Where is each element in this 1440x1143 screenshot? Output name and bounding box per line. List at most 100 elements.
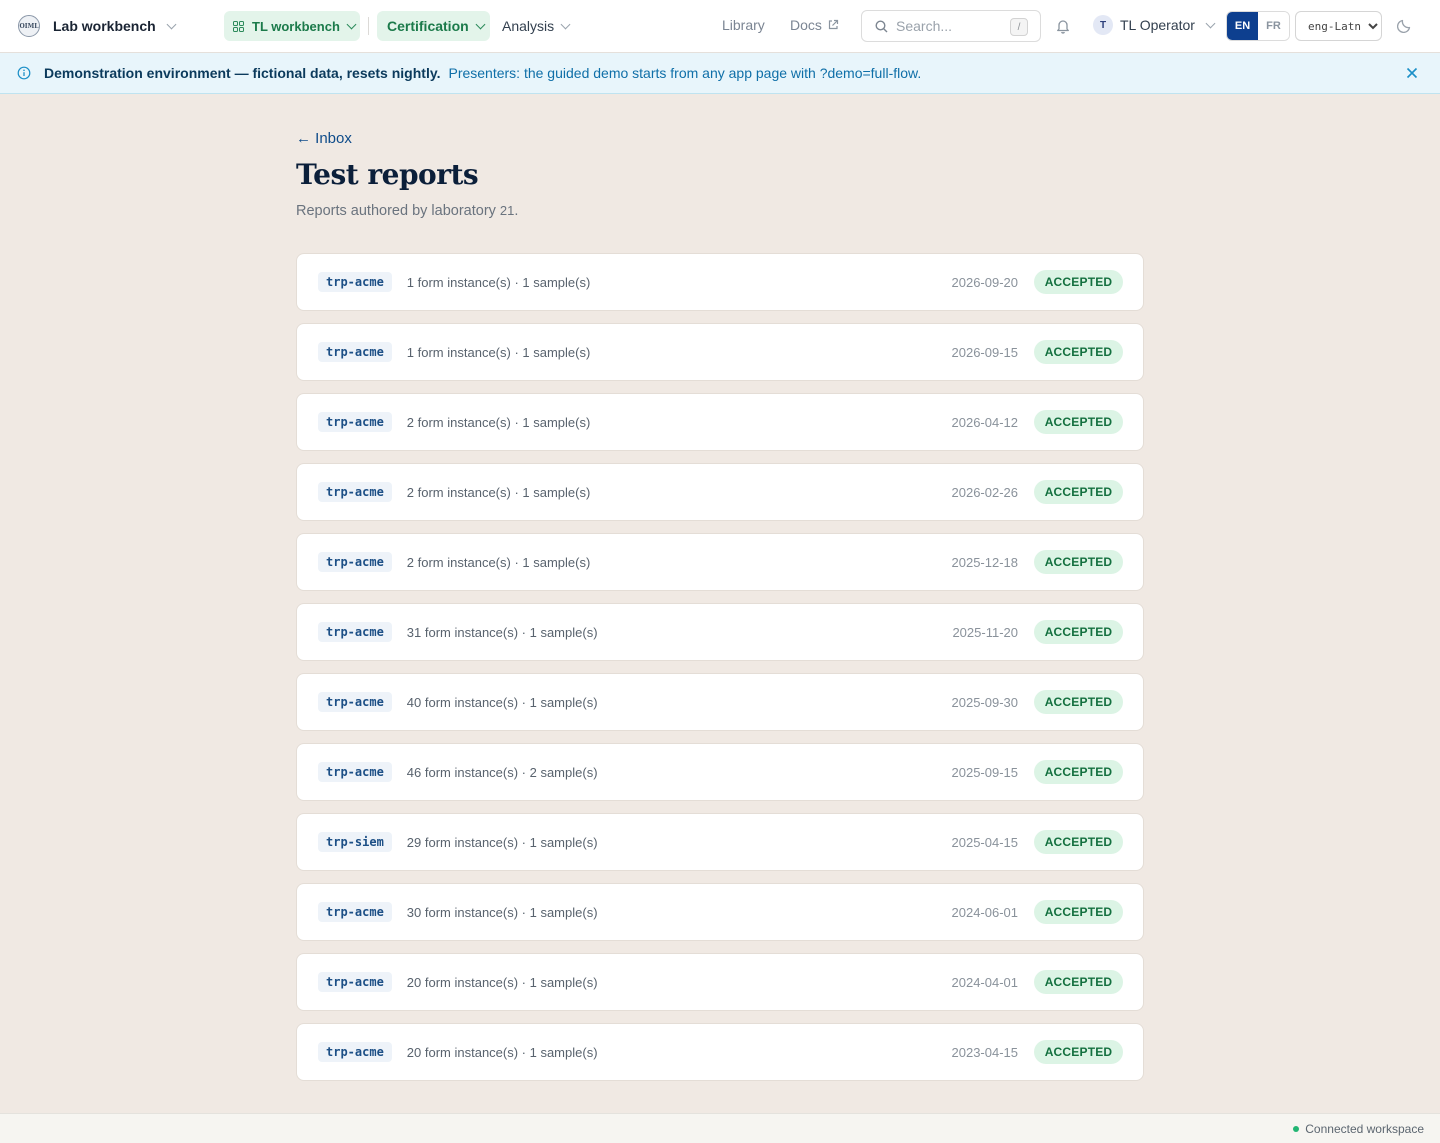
report-date: 2025-09-15: [951, 764, 1019, 780]
nav-analysis-label: Analysis: [502, 18, 555, 34]
avatar: T: [1093, 15, 1113, 35]
report-row[interactable]: trp-acme 1 form instance(s) · 1 sample(s)…: [296, 323, 1144, 381]
report-row[interactable]: trp-acme 20 form instance(s) · 1 sample(s…: [296, 953, 1144, 1011]
banner-title: Demonstration environment — fictional da…: [44, 65, 441, 81]
app-switcher[interactable]: OIML Lab workbench: [18, 15, 177, 37]
report-tag: trp-acme: [318, 762, 392, 782]
page-subtitle: Reports authored by laboratory 21.: [296, 203, 518, 219]
status-badge: ACCEPTED: [1034, 410, 1123, 434]
report-summary: 46 form instance(s) · 2 sample(s): [406, 764, 598, 780]
report-date: 2026-09-20: [951, 274, 1019, 290]
connection-dot-icon: [1293, 1126, 1300, 1132]
report-summary: 1 form instance(s) · 1 sample(s): [406, 344, 591, 360]
language-toggle: EN FR: [1226, 11, 1290, 41]
report-row[interactable]: trp-acme 40 form instance(s) · 1 sample(s…: [296, 673, 1144, 731]
search-input[interactable]: [896, 18, 1006, 34]
lab-id: 21: [499, 203, 515, 218]
banner-message: Presenters: the guided demo starts from …: [448, 65, 922, 81]
report-row[interactable]: trp-acme 30 form instance(s) · 1 sample(s…: [296, 883, 1144, 941]
report-date: 2025-09-30: [951, 694, 1019, 710]
status-badge: ACCEPTED: [1034, 480, 1123, 504]
info-icon: [17, 66, 31, 80]
moon-icon[interactable]: [1397, 18, 1412, 33]
close-icon[interactable]: [1406, 67, 1418, 79]
report-row[interactable]: trp-acme 20 form instance(s) · 1 sample(s…: [296, 1023, 1144, 1081]
workspace-label: TL workbench: [252, 18, 340, 34]
report-summary: 2 form instance(s) · 1 sample(s): [406, 554, 591, 570]
subtitle-suffix: .: [514, 203, 519, 219]
report-summary: 40 form instance(s) · 1 sample(s): [406, 694, 598, 710]
lang-en-button[interactable]: EN: [1227, 12, 1258, 40]
report-tag: trp-acme: [318, 482, 392, 502]
user-menu[interactable]: T TL Operator: [1093, 15, 1216, 35]
nav-certification[interactable]: Certification: [377, 11, 490, 41]
status-badge: ACCEPTED: [1034, 620, 1123, 644]
report-list: trp-acme 1 form instance(s) · 1 sample(s)…: [296, 253, 1144, 1093]
status-badge: ACCEPTED: [1034, 900, 1123, 924]
nav-docs[interactable]: Docs: [790, 17, 839, 33]
report-date: 2025-12-18: [951, 554, 1019, 570]
app-logo: OIML: [18, 15, 40, 37]
report-tag: trp-acme: [318, 692, 392, 712]
report-summary: 30 form instance(s) · 1 sample(s): [406, 904, 598, 920]
lang-fr-button[interactable]: FR: [1258, 12, 1289, 40]
report-date: 2024-06-01: [951, 904, 1019, 920]
report-row[interactable]: trp-acme 2 form instance(s) · 1 sample(s)…: [296, 393, 1144, 451]
page-title: Test reports: [296, 158, 479, 191]
report-tag: trp-acme: [318, 1042, 392, 1062]
report-date: 2025-04-15: [951, 834, 1019, 850]
script-select[interactable]: eng-Latn: [1295, 11, 1382, 41]
chevron-down-icon: [475, 19, 486, 29]
report-row[interactable]: trp-acme 31 form instance(s) · 1 sample(s…: [296, 603, 1144, 661]
report-tag: trp-acme: [318, 622, 392, 642]
status-badge: ACCEPTED: [1034, 340, 1123, 364]
report-tag: trp-acme: [318, 412, 392, 432]
report-tag: trp-acme: [318, 902, 392, 922]
chevron-down-icon: [1205, 18, 1216, 28]
report-date: 2026-04-12: [951, 414, 1019, 430]
subtitle-text: Reports authored by laboratory: [296, 203, 500, 219]
report-summary: 1 form instance(s) · 1 sample(s): [406, 274, 591, 290]
status-badge: ACCEPTED: [1034, 690, 1123, 714]
chevron-down-icon: [166, 19, 177, 29]
report-row[interactable]: trp-acme 2 form instance(s) · 1 sample(s)…: [296, 463, 1144, 521]
report-summary: 20 form instance(s) · 1 sample(s): [406, 974, 598, 990]
demo-banner: Demonstration environment — fictional da…: [0, 53, 1440, 94]
search-shortcut-key: /: [1010, 18, 1028, 36]
chevron-down-icon: [560, 19, 571, 29]
report-row[interactable]: trp-acme 46 form instance(s) · 2 sample(s…: [296, 743, 1144, 801]
report-tag: trp-acme: [318, 552, 392, 572]
user-name: TL Operator: [1120, 17, 1195, 33]
status-badge: ACCEPTED: [1034, 270, 1123, 294]
report-tag: trp-siem: [318, 832, 392, 852]
report-date: 2025-11-20: [952, 624, 1018, 640]
connection-status: Connected workspace: [1293, 1122, 1424, 1136]
search-icon: [875, 19, 888, 32]
report-row[interactable]: trp-acme 1 form instance(s) · 1 sample(s)…: [296, 253, 1144, 311]
bell-icon[interactable]: [1056, 18, 1070, 34]
top-bar: OIML Lab workbench TL workbench Certific…: [0, 0, 1440, 53]
external-link-icon: [828, 19, 839, 30]
status-badge: ACCEPTED: [1034, 1040, 1123, 1064]
report-date: 2024-04-01: [951, 974, 1019, 990]
report-summary: 29 form instance(s) · 1 sample(s): [406, 834, 598, 850]
report-tag: trp-acme: [318, 272, 392, 292]
report-summary: 20 form instance(s) · 1 sample(s): [406, 1044, 598, 1060]
report-date: 2026-02-26: [951, 484, 1019, 500]
search-box[interactable]: /: [861, 10, 1041, 42]
connection-label: Connected workspace: [1305, 1122, 1424, 1136]
nav-analysis[interactable]: Analysis: [502, 11, 571, 41]
back-to-inbox-link[interactable]: ← Inbox: [296, 130, 352, 147]
nav-library[interactable]: Library: [722, 17, 765, 33]
report-summary: 31 form instance(s) · 1 sample(s): [406, 624, 598, 640]
report-row[interactable]: trp-siem 29 form instance(s) · 1 sample(s…: [296, 813, 1144, 871]
workspace-grid-icon: [233, 20, 244, 32]
workspace-switcher[interactable]: TL workbench: [224, 11, 360, 41]
divider: [368, 17, 369, 35]
report-row[interactable]: trp-acme 2 form instance(s) · 1 sample(s)…: [296, 533, 1144, 591]
report-date: 2023-04-15: [951, 1044, 1019, 1060]
app-name: Lab workbench: [53, 18, 156, 34]
report-date: 2026-09-15: [951, 344, 1019, 360]
report-summary: 2 form instance(s) · 1 sample(s): [406, 484, 591, 500]
report-tag: trp-acme: [318, 342, 392, 362]
